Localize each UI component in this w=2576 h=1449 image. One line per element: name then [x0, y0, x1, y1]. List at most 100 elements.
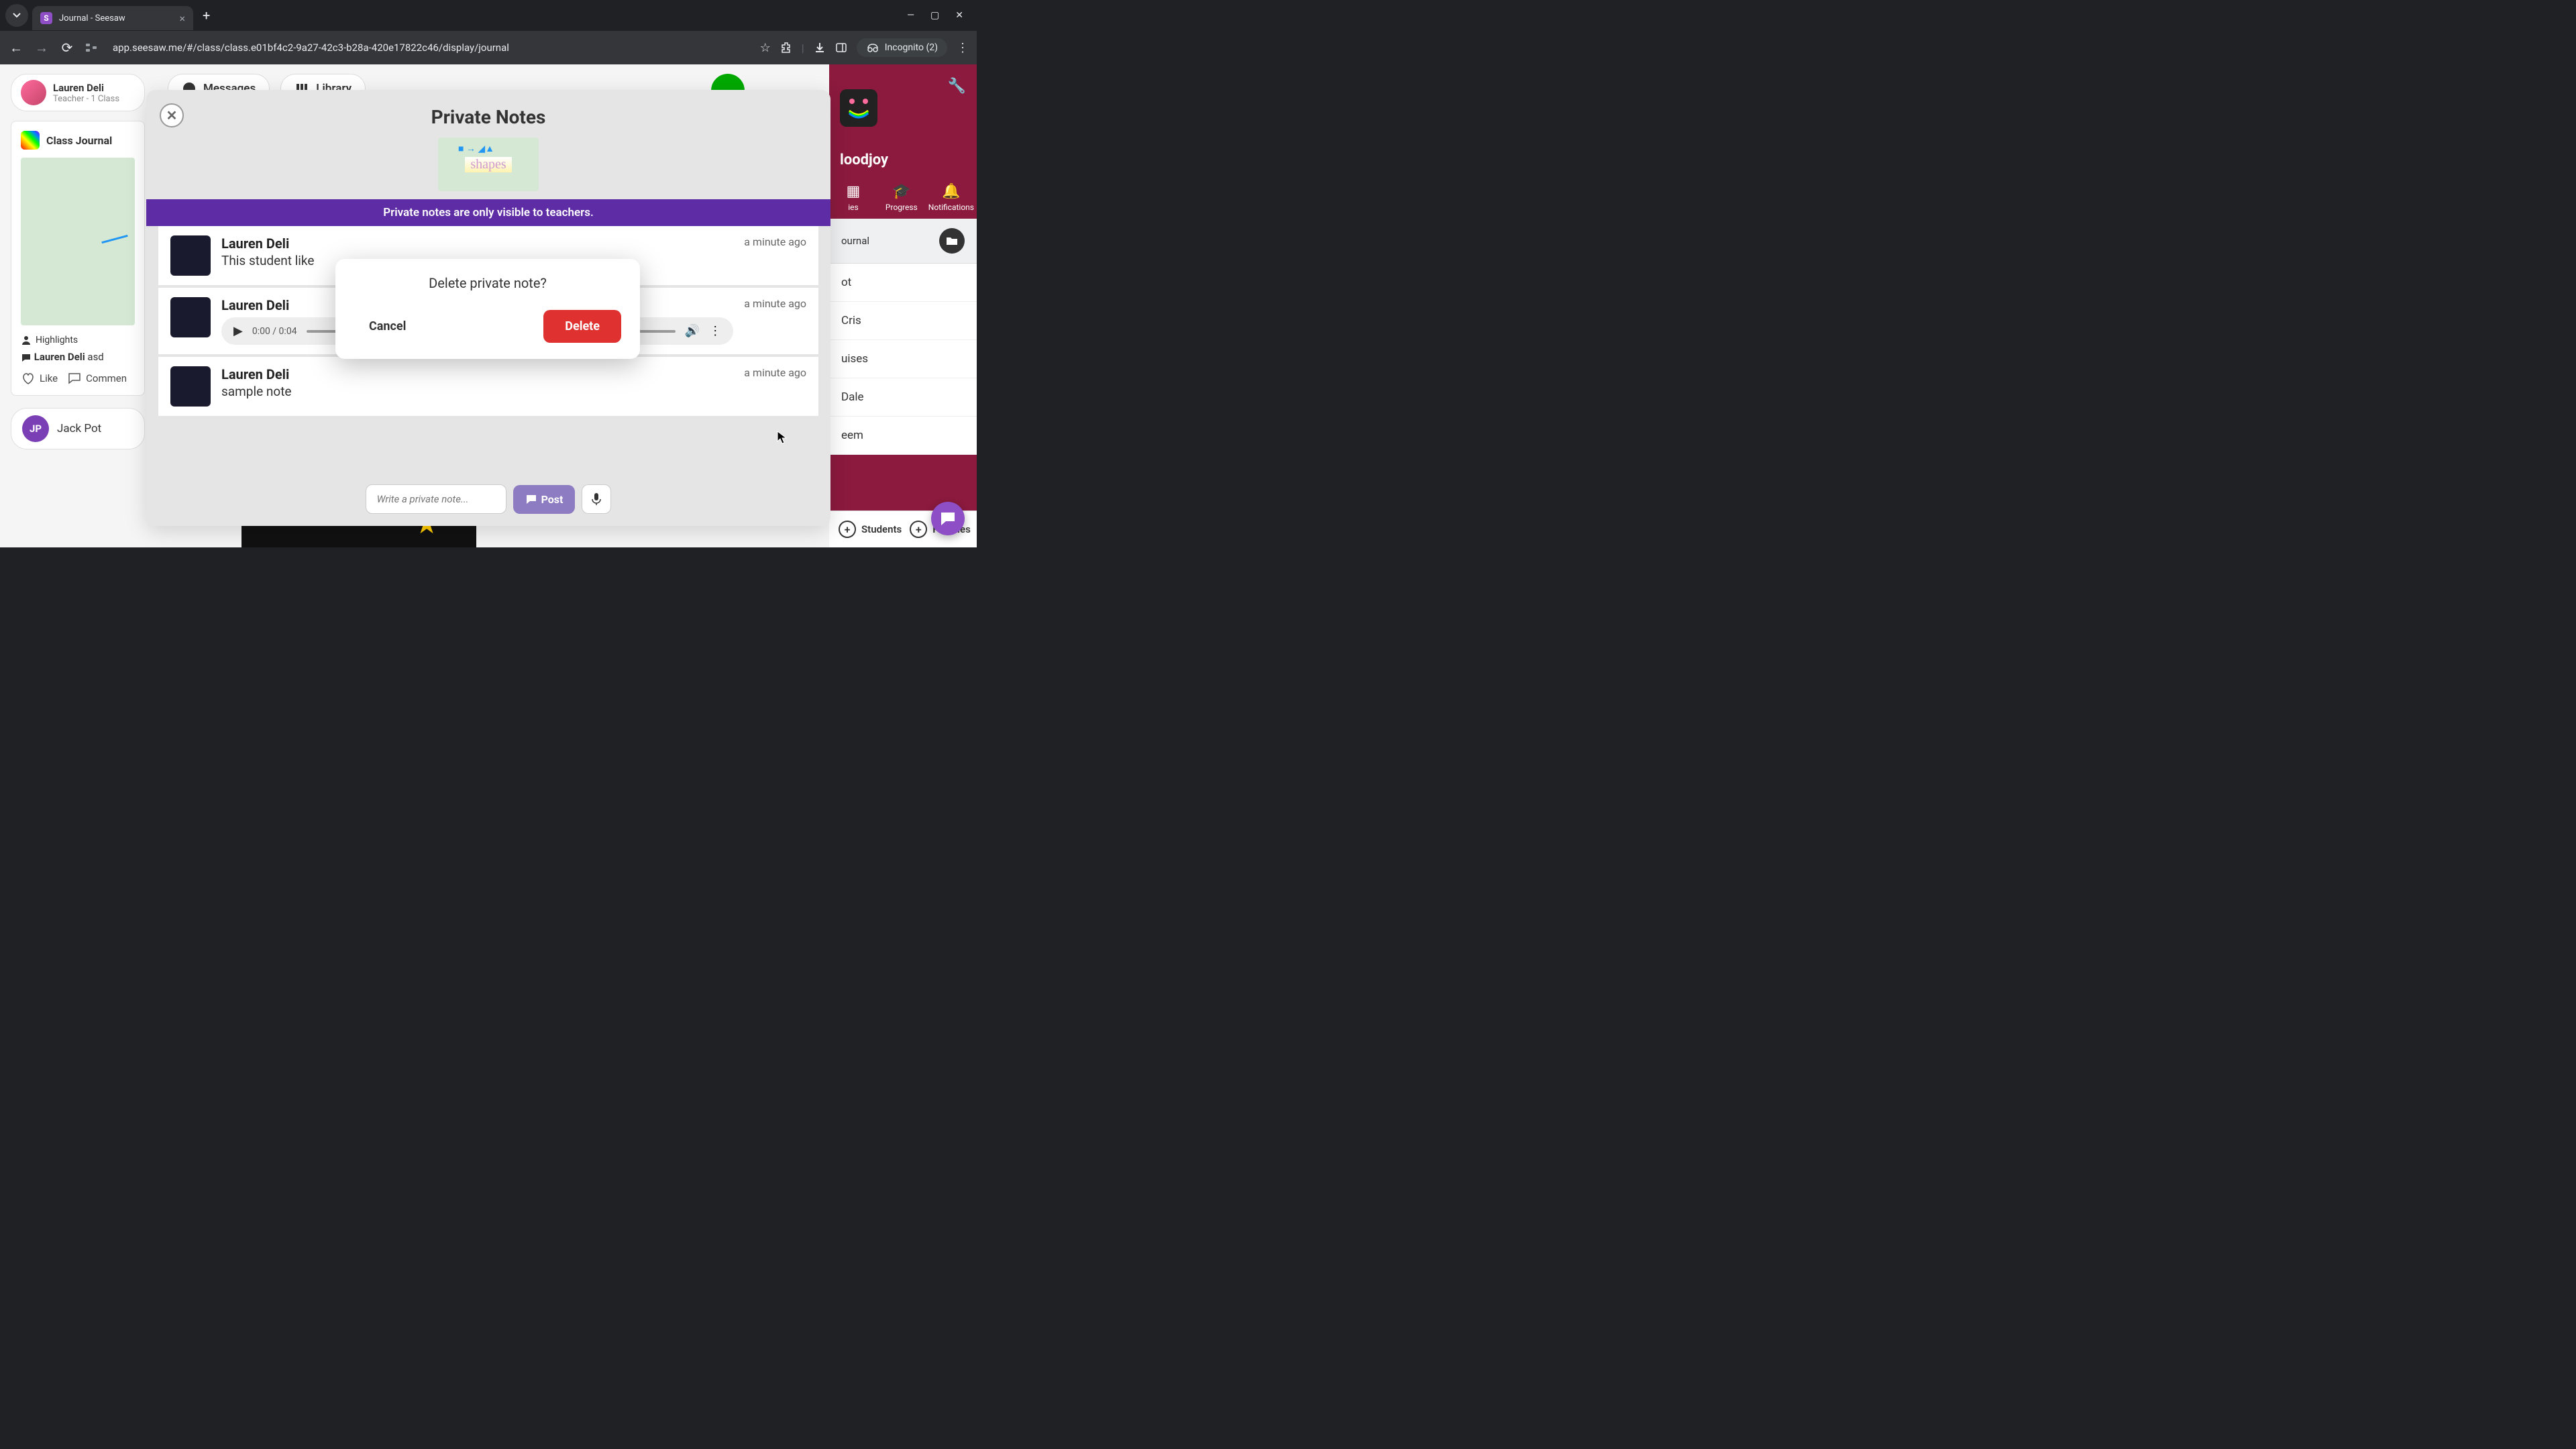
- journal-card: Class Journal Highlights Lauren Deli asd…: [11, 121, 145, 396]
- voice-note-button[interactable]: [582, 484, 611, 514]
- downloads-icon[interactable]: [814, 42, 826, 54]
- chat-icon: [525, 494, 537, 504]
- reload-button[interactable]: ⟳: [59, 40, 75, 56]
- right-tabs: ▦ ies 🎓 Progress 🔔 Notifications: [829, 176, 977, 219]
- note-author-avatar: [170, 297, 211, 337]
- browser-tab-strip: S Journal - Seesaw × + — ▢ ✕: [0, 0, 977, 31]
- address-bar[interactable]: app.seesaw.me/#/class/class.e01bf4c2-9a2…: [107, 42, 751, 54]
- user-name: Lauren Deli: [53, 82, 119, 94]
- close-modal-button[interactable]: ✕: [160, 103, 184, 127]
- activity-thumbnail[interactable]: ■ → ◢▲ shapes: [438, 138, 539, 191]
- left-sidebar: Lauren Deli Teacher - 1 Class Class Jour…: [11, 74, 145, 449]
- maximize-icon[interactable]: ▢: [930, 10, 939, 21]
- list-item[interactable]: uises: [829, 340, 977, 378]
- right-sidebar: 🔧 loodjoy ▦ ies 🎓 Progress 🔔 Notificatio…: [829, 64, 977, 547]
- note-timestamp: a minute ago: [744, 235, 806, 248]
- note-author-avatar: [170, 235, 211, 276]
- folder-icon[interactable]: [939, 228, 965, 254]
- student-list: ournal ot Cris uises Dale eem: [829, 219, 977, 455]
- like-button[interactable]: Like: [21, 371, 58, 386]
- post-actions: Like Commen: [21, 371, 135, 386]
- journal-drawing[interactable]: [21, 158, 135, 325]
- forward-button[interactable]: →: [34, 40, 50, 56]
- student-avatar: JP: [22, 415, 49, 442]
- minimize-icon[interactable]: —: [907, 10, 914, 21]
- visibility-banner: Private notes are only visible to teache…: [146, 199, 830, 226]
- mic-icon: [591, 492, 602, 506]
- comment-button[interactable]: Commen: [67, 371, 127, 386]
- list-header[interactable]: ournal: [829, 219, 977, 264]
- settings-wrench-icon[interactable]: 🔧: [948, 78, 966, 95]
- delete-confirm-dialog: Delete private note? Cancel Delete: [335, 259, 640, 359]
- plus-icon: +: [839, 521, 856, 538]
- confirm-actions: Cancel Delete: [354, 310, 621, 343]
- incognito-label: Incognito (2): [885, 42, 938, 53]
- browser-toolbar: ← → ⟳ app.seesaw.me/#/class/class.e01bf4…: [0, 31, 977, 64]
- note-item: Lauren Deli sample note a minute ago: [158, 357, 818, 419]
- shapes-label: shapes: [465, 157, 511, 172]
- list-item[interactable]: Dale: [829, 378, 977, 417]
- student-name: Jack Pot: [57, 422, 101, 435]
- bell-icon: 🔔: [928, 183, 974, 200]
- user-profile-card[interactable]: Lauren Deli Teacher - 1 Class: [11, 74, 145, 111]
- note-text: sample note: [221, 384, 733, 399]
- list-item[interactable]: ot: [829, 264, 977, 302]
- tab-search-dropdown[interactable]: [5, 4, 28, 27]
- extensions-icon[interactable]: [780, 42, 792, 54]
- side-panel-icon[interactable]: [835, 42, 847, 54]
- back-button[interactable]: ←: [8, 40, 24, 56]
- note-input[interactable]: [366, 484, 506, 514]
- highlights-row[interactable]: Highlights: [21, 335, 135, 345]
- browser-tab[interactable]: S Journal - Seesaw ×: [32, 6, 193, 30]
- drawing-stroke: [101, 235, 127, 244]
- tab-notifications[interactable]: 🔔 Notifications: [926, 176, 977, 219]
- user-avatar: [21, 80, 46, 105]
- cancel-button[interactable]: Cancel: [354, 310, 421, 343]
- add-students-button[interactable]: + Students: [839, 521, 902, 538]
- heart-icon: [21, 371, 36, 386]
- list-item[interactable]: eem: [829, 417, 977, 455]
- tab-title: Journal - Seesaw: [59, 13, 172, 23]
- note-author-avatar: [170, 366, 211, 407]
- audio-menu-icon[interactable]: ⋮: [709, 324, 721, 338]
- class-avatar: [840, 89, 877, 127]
- user-role: Teacher - 1 Class: [53, 94, 119, 104]
- modal-title: Private Notes: [146, 90, 830, 135]
- volume-icon[interactable]: 🔊: [685, 324, 700, 338]
- note-timestamp: a minute ago: [744, 297, 806, 310]
- tab-progress[interactable]: 🎓 Progress: [877, 176, 926, 219]
- student-card[interactable]: JP Jack Pot: [11, 408, 145, 449]
- post-button[interactable]: Post: [513, 485, 576, 514]
- shapes-preview-icons: ■ → ◢▲: [458, 143, 494, 154]
- incognito-badge[interactable]: Incognito (2): [857, 38, 947, 57]
- note-author: Lauren Deli: [221, 366, 733, 382]
- audio-time: 0:00 / 0:04: [252, 326, 297, 337]
- new-tab-button[interactable]: +: [203, 7, 210, 23]
- class-name: loodjoy: [840, 152, 966, 168]
- seesaw-favicon: S: [40, 12, 52, 24]
- comment-icon: [21, 352, 32, 363]
- plus-icon: +: [910, 521, 927, 538]
- list-item[interactable]: Cris: [829, 302, 977, 340]
- bookmark-star-icon[interactable]: ☆: [760, 41, 771, 55]
- site-info-icon[interactable]: [85, 42, 98, 53]
- class-header: 🔧: [829, 64, 977, 152]
- journal-header[interactable]: Class Journal: [21, 131, 135, 150]
- progress-icon: 🎓: [880, 183, 923, 200]
- app-viewport: Messages Library Lauren Deli Teacher - 1…: [0, 64, 977, 547]
- play-button[interactable]: ▶: [233, 324, 243, 338]
- comment-preview[interactable]: Lauren Deli asd: [21, 351, 135, 363]
- support-chat-button[interactable]: [931, 502, 965, 535]
- class-icon: [21, 131, 40, 150]
- close-window-icon[interactable]: ✕: [955, 10, 963, 21]
- delete-button[interactable]: Delete: [543, 310, 621, 343]
- note-timestamp: a minute ago: [744, 366, 806, 379]
- person-icon: [21, 335, 32, 345]
- confirm-title: Delete private note?: [354, 275, 621, 291]
- speech-icon: [67, 371, 82, 386]
- close-tab-icon[interactable]: ×: [179, 12, 185, 25]
- browser-menu-icon[interactable]: ⋮: [957, 41, 969, 55]
- notes-compose-footer: Post: [146, 472, 830, 526]
- activities-icon: ▦: [832, 183, 875, 200]
- tab-activities[interactable]: ▦ ies: [829, 176, 877, 219]
